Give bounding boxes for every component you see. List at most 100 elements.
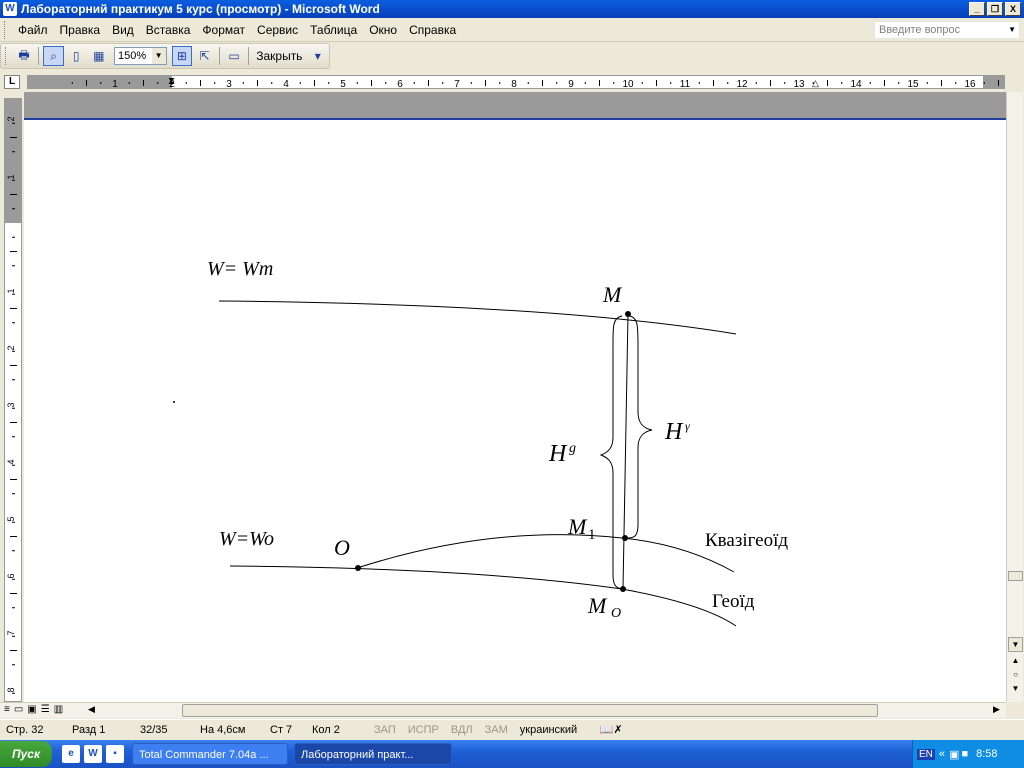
ruler-label: 16 (964, 79, 976, 89)
menu-table[interactable]: Таблица (304, 19, 363, 41)
taskbar: Пуск e W ▪ Total Commander 7.04a ... Лаб… (0, 740, 1024, 768)
language-indicator[interactable]: EN (917, 748, 935, 760)
title-bar: W Лабораторний практикум 5 курс (просмот… (0, 0, 1024, 18)
ask-question-box[interactable]: Введите вопрос ▼ (874, 21, 1020, 39)
status-language[interactable]: украинский (514, 724, 594, 736)
chevron-down-icon[interactable]: ▼ (1008, 22, 1016, 38)
menu-grip[interactable] (4, 20, 8, 39)
show-hidden-icons-icon[interactable]: « (939, 748, 945, 760)
menu-help[interactable]: Справка (403, 19, 462, 41)
normal-view-icon[interactable]: ≡ (4, 704, 14, 715)
menu-tools[interactable]: Сервис (251, 19, 304, 41)
toolbar-separator (248, 47, 250, 65)
menu-insert[interactable]: Вставка (140, 19, 197, 41)
close-window-button[interactable]: X (1005, 2, 1021, 16)
ruler-label: 5 (340, 79, 346, 89)
window-title: Лабораторний практикум 5 курс (просмотр)… (21, 2, 380, 16)
minimize-button[interactable]: _ (969, 2, 985, 16)
tray-black-icon[interactable]: ■ (961, 748, 968, 760)
ruler-label: 3 (6, 402, 16, 407)
geoid-curve (229, 565, 737, 627)
quicklaunch-word-icon[interactable]: W (84, 745, 102, 763)
toolbar-options-icon[interactable]: ▾ (307, 46, 328, 66)
status-column: Кол 2 (312, 723, 340, 736)
scroll-thumb[interactable] (1008, 571, 1023, 581)
menu-bar: Файл Правка Вид Вставка Формат Сервис Та… (0, 18, 1024, 42)
ruler-label: 5 (6, 516, 16, 521)
tab-selector[interactable]: L (4, 75, 20, 89)
quicklaunch-ie-icon[interactable]: e (62, 745, 80, 763)
restore-button[interactable]: ❐ (987, 2, 1003, 16)
indent-marker-icon[interactable]: ⧗ (168, 76, 175, 87)
web-view-icon[interactable]: ▭ (14, 704, 27, 715)
vertical-ruler-ticks: 2 1 1 2 3 4 5 6 7 8 (6, 116, 17, 694)
ruler-label: 1 (112, 79, 118, 89)
tray-app-icon[interactable]: ▣ (949, 748, 959, 761)
magnifier-icon[interactable]: ⌕ (43, 46, 64, 66)
ruler-label: 6 (397, 79, 403, 89)
status-page: Стр. 32 (6, 723, 44, 736)
word-app-icon[interactable]: W (3, 2, 17, 16)
status-ovr[interactable]: ЗАМ (479, 724, 514, 736)
ruler-label: 8 (511, 79, 517, 89)
task-word-document[interactable]: Лабораторний практ... (294, 743, 452, 765)
menu-format[interactable]: Формат (196, 19, 251, 41)
full-screen-icon[interactable]: ▭ (224, 46, 245, 66)
menu-file[interactable]: Файл (12, 19, 54, 41)
right-indent-marker-icon[interactable]: △ (812, 78, 819, 88)
one-page-icon[interactable]: ▯ (66, 46, 87, 66)
spelling-status-icon[interactable]: 📖✗ (594, 723, 629, 736)
quicklaunch-save-icon[interactable]: ▪ (106, 745, 124, 763)
menu-window[interactable]: Окно (363, 19, 403, 41)
menu-edit[interactable]: Правка (54, 19, 107, 41)
next-page-icon[interactable]: ▼ (1008, 682, 1023, 697)
task-total-commander[interactable]: Total Commander 7.04a ... (132, 743, 288, 765)
ruler-strip[interactable]: 1 2 3 4 5 6 7 8 9 10 11 12 13 14 15 16 ⧗ △ (27, 75, 1005, 89)
view-buttons[interactable]: ≡▭▣☰▥ (4, 704, 67, 715)
stray-dot (173, 401, 175, 403)
toolbar-grip[interactable] (5, 47, 9, 65)
start-button[interactable]: Пуск (0, 741, 52, 767)
close-preview-button[interactable]: Закрыть (252, 49, 306, 63)
menu-view[interactable]: Вид (106, 19, 140, 41)
status-rec[interactable]: ЗАП (368, 724, 402, 736)
scroll-left-icon[interactable]: ◀ (88, 704, 95, 715)
point-m1 (622, 535, 628, 541)
label-w-wo: W=Wo (219, 528, 274, 550)
scroll-down-icon[interactable]: ▼ (1008, 637, 1023, 652)
status-position: На 4,6см (200, 723, 246, 736)
horizontal-ruler: L 1 2 3 4 5 6 7 8 9 10 11 12 13 14 15 16 ⧗ △ (0, 72, 1024, 92)
print-icon[interactable]: 🖶 (14, 46, 35, 66)
label-hy: H (664, 419, 684, 445)
zoom-select[interactable]: 150% ▼ (114, 47, 167, 65)
view-ruler-icon[interactable]: ⊞ (171, 46, 193, 66)
multiple-pages-icon[interactable]: ▦ (88, 46, 109, 66)
select-browse-object-icon[interactable]: ○ (1008, 668, 1023, 683)
print-layout-icon[interactable]: ▣ (27, 704, 40, 715)
ruler-label: 6 (6, 573, 16, 578)
print-preview-toolbar: 🖶 ⌕ ▯ ▦ 150% ▼ ⊞ ⇱ ▭ Закрыть ▾ (0, 43, 330, 69)
system-tray: EN « ▣ ■ 8:58 (912, 740, 1024, 768)
status-line: Ст 7 (270, 723, 293, 736)
status-trk[interactable]: ИСПР (402, 724, 445, 736)
reading-view-icon[interactable]: ▥ (54, 704, 67, 715)
horizontal-scroll-thumb[interactable] (182, 704, 878, 717)
vertical-ruler[interactable]: 2 1 1 2 3 4 5 6 7 8 (4, 98, 22, 702)
document-page[interactable]: W= Wm W=Wo M M 1 M O O H g H γ Квазігеої… (24, 92, 1006, 702)
ruler-label: 14 (850, 79, 862, 89)
label-m1: M (567, 514, 588, 539)
ruler-label: 7 (6, 630, 16, 635)
horizontal-scrollbar[interactable]: ≡▭▣☰▥ ◀ ▶ (0, 702, 1006, 718)
outline-view-icon[interactable]: ☰ (41, 704, 54, 715)
status-ext[interactable]: ВДЛ (445, 724, 479, 736)
scroll-right-icon[interactable]: ▶ (993, 704, 1000, 715)
label-geoid: Геоїд (712, 591, 755, 612)
vertical-scrollbar[interactable]: ▼ ▲ ○ ▼ (1006, 92, 1023, 702)
zoom-dropdown-icon[interactable]: ▼ (151, 48, 166, 64)
hg-brace (599, 315, 623, 590)
label-hy-sup: γ (685, 419, 690, 433)
label-quasigeoid: Квазігеоїд (705, 530, 788, 551)
ruler-label: 2 (6, 345, 16, 350)
prev-page-icon[interactable]: ▲ (1008, 654, 1023, 669)
shrink-to-fit-icon[interactable]: ⇱ (194, 46, 215, 66)
